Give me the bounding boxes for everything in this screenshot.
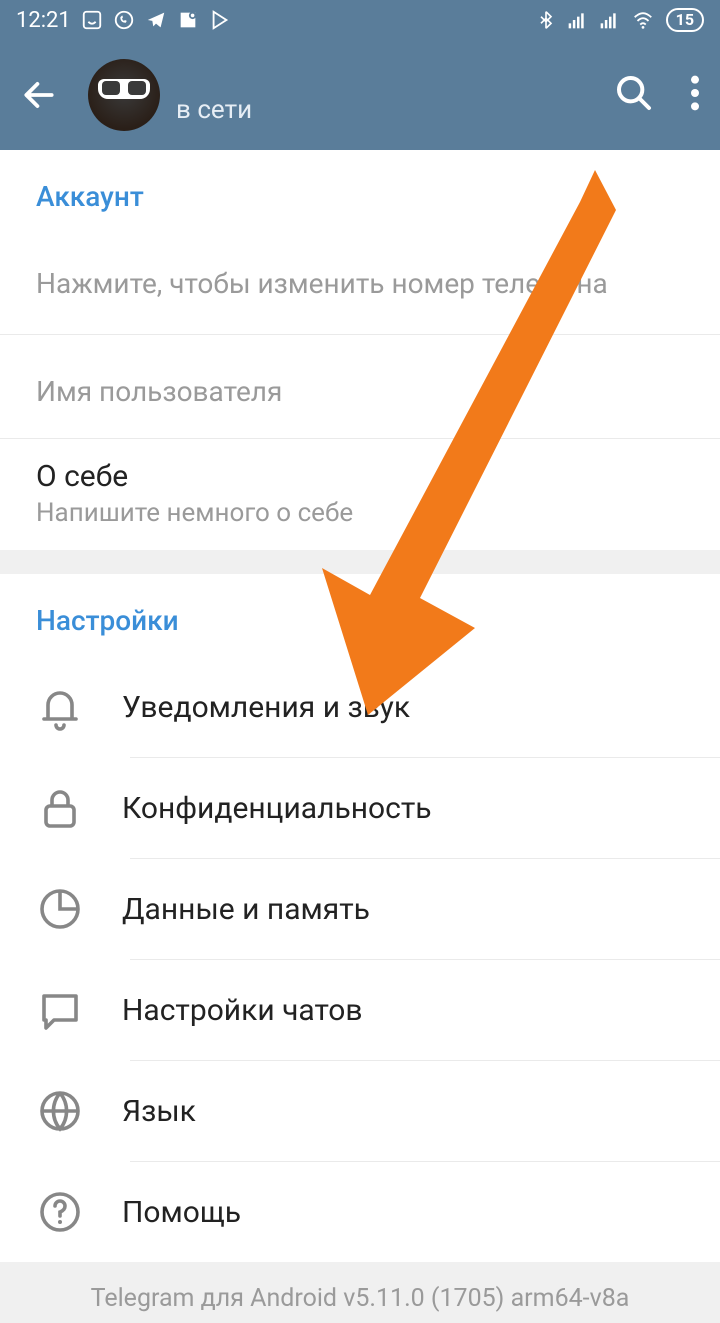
settings-item-chats[interactable]: Настройки чатов [0, 960, 720, 1060]
app-version-footer: Telegram для Android v5.11.0 (1705) arm6… [0, 1262, 720, 1323]
username-field[interactable]: Имя пользователя [0, 335, 720, 439]
header-text: в сети [176, 65, 598, 125]
arrow-left-icon [20, 76, 58, 114]
phone-field[interactable]: Нажмите, чтобы изменить номер телефона [0, 233, 720, 335]
avatar[interactable] [88, 59, 160, 131]
app-header: в сети [0, 40, 720, 150]
bio-placeholder: Напишите немного о себе [36, 498, 684, 528]
settings-label: Помощь [122, 1195, 241, 1230]
settings-label: Настройки чатов [122, 993, 363, 1028]
smile-icon [81, 9, 103, 31]
whatsapp-icon [113, 9, 135, 31]
settings-section: Настройки Уведомления и звук Конфиденциа… [0, 574, 720, 1262]
telegram-icon [145, 9, 167, 31]
battery-badge: 15 [666, 8, 704, 32]
section-gap [0, 550, 720, 574]
settings-item-data[interactable]: Данные и память [0, 859, 720, 959]
play-store-icon [209, 9, 231, 31]
settings-label: Конфиденциальность [122, 791, 432, 826]
settings-item-help[interactable]: Помощь [0, 1162, 720, 1262]
more-vertical-icon [690, 73, 700, 113]
status-right: 15 [536, 8, 704, 32]
status-left: 12:21 [16, 8, 231, 33]
wifi-icon [630, 9, 656, 31]
settings-section-title: Настройки [0, 598, 720, 657]
pie-chart-icon [36, 885, 84, 933]
settings-item-privacy[interactable]: Конфиденциальность [0, 758, 720, 858]
settings-item-notifications[interactable]: Уведомления и звук [0, 657, 720, 757]
settings-label: Уведомления и звук [122, 690, 410, 725]
account-section-title: Аккаунт [0, 174, 720, 233]
signal1-icon [566, 10, 588, 30]
bio-title: О себе [36, 459, 684, 494]
bio-field[interactable]: О себе Напишите немного о себе [0, 439, 720, 550]
bell-icon [36, 683, 84, 731]
status-bar: 12:21 15 [0, 0, 720, 40]
user-status: в сети [176, 95, 598, 125]
help-icon [36, 1188, 84, 1236]
settings-label: Язык [122, 1094, 196, 1129]
lock-icon [36, 784, 84, 832]
bluetooth-icon [536, 9, 556, 31]
signal2-icon [598, 10, 620, 30]
globe-icon [36, 1087, 84, 1135]
search-button[interactable] [614, 73, 654, 117]
phone-placeholder: Нажмите, чтобы изменить номер телефона [36, 267, 684, 300]
status-time: 12:21 [16, 8, 71, 33]
username-label: Имя пользователя [36, 375, 684, 408]
more-button[interactable] [690, 73, 700, 117]
settings-label: Данные и память [122, 892, 370, 927]
back-button[interactable] [20, 76, 58, 114]
chat-icon [36, 986, 84, 1034]
account-section: Аккаунт Нажмите, чтобы изменить номер те… [0, 150, 720, 550]
search-icon [614, 73, 654, 113]
maps-icon [177, 9, 199, 31]
settings-item-language[interactable]: Язык [0, 1061, 720, 1161]
